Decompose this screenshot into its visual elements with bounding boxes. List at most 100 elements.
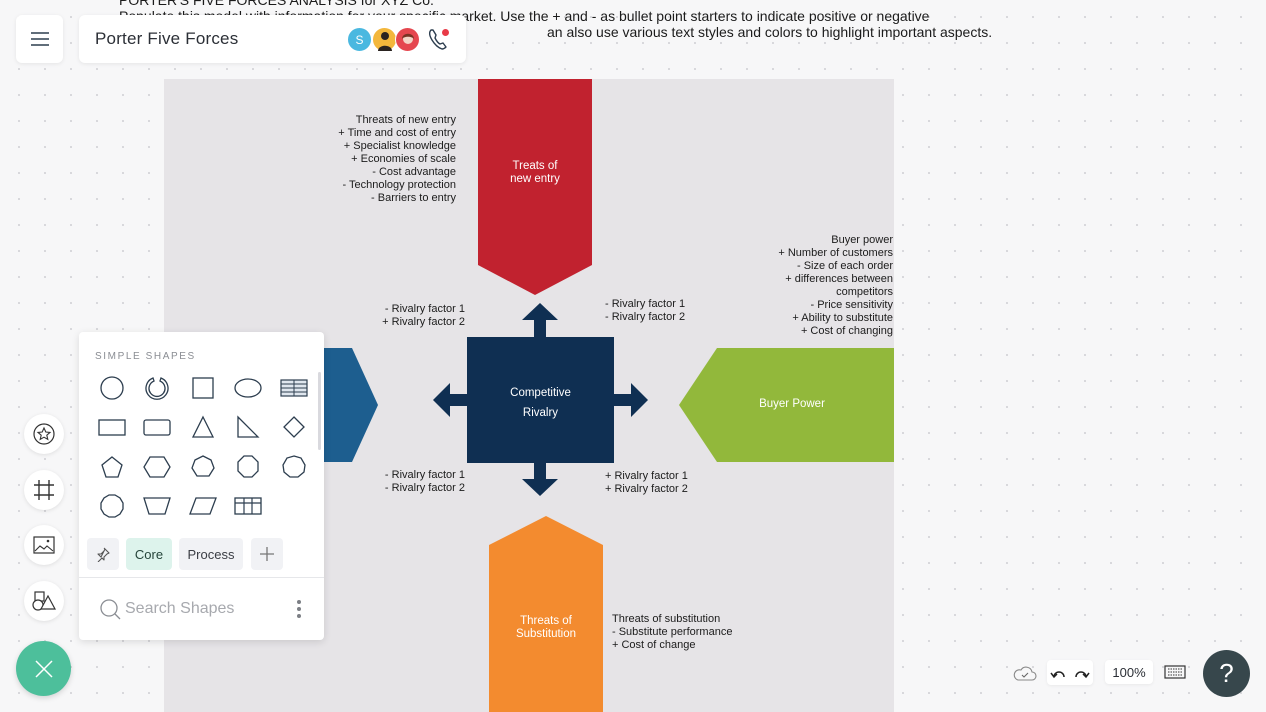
shape-right-triangle[interactable] (226, 408, 272, 448)
undo-redo-group (1047, 660, 1093, 685)
ellipse-shape-icon (234, 378, 262, 398)
note-line: competitors (836, 286, 893, 298)
heptagon-shape-icon (191, 455, 215, 477)
shape-triangle[interactable] (180, 408, 226, 448)
note-line: Buyer power (831, 234, 893, 246)
note-line: + Time and cost of entry (338, 127, 456, 139)
shape-trapezoid[interactable] (135, 487, 181, 527)
diamond-shape-icon (282, 416, 305, 439)
substitution-shape (489, 516, 603, 712)
search-icon (100, 599, 121, 620)
pin-button[interactable] (87, 538, 119, 570)
note-line: - Substitute performance (612, 626, 733, 638)
arrow-left (433, 383, 467, 417)
shapes-grid (89, 368, 314, 526)
shape-arc[interactable] (135, 368, 181, 408)
shape-parallelogram[interactable] (180, 487, 226, 527)
close-icon (34, 659, 53, 678)
redo-icon[interactable] (1072, 666, 1090, 680)
note-line: - Rivalry factor 2 (605, 311, 686, 323)
call-button[interactable] (426, 26, 452, 52)
note-line: + Ability to substitute (792, 312, 893, 324)
avatar-initial: S (355, 32, 364, 47)
undo-icon[interactable] (1050, 666, 1068, 680)
parallelogram-shape-icon (188, 497, 217, 515)
panel-divider (79, 577, 324, 578)
note-line: - Rivalry factor 1 (605, 298, 686, 310)
person-face-icon (401, 33, 414, 44)
shapes-panel-heading: SIMPLE SHAPES (95, 351, 196, 362)
tab-process[interactable]: Process (179, 538, 243, 570)
shapes-panel: SIMPLE SHAPES Core Process (79, 332, 324, 640)
note-line: - Rivalry factor 1 (384, 303, 465, 315)
shape-ellipse[interactable] (226, 368, 272, 408)
zoom-level[interactable]: 100% (1105, 660, 1153, 684)
star-sticker-icon (33, 423, 55, 445)
circle-shape-icon (100, 376, 124, 400)
shape-rounded-rectangle[interactable] (135, 408, 181, 448)
note-line: + Economies of scale (351, 153, 456, 165)
note-line: - Technology protection (342, 179, 456, 191)
note-line: Threats of new entry (355, 114, 456, 126)
shape-pentagon[interactable] (89, 447, 135, 487)
label-line: Substitution (515, 628, 577, 640)
note-line: - Price sensitivity (810, 299, 893, 311)
keyboard-shortcuts-button[interactable] (1164, 664, 1186, 680)
note-line: + Specialist knowledge (343, 140, 456, 152)
substitution-label: Threats of Substitution (489, 615, 603, 641)
sticker-tool-button[interactable] (24, 414, 64, 454)
note-line: - Size of each order (797, 260, 893, 272)
help-button[interactable]: ? (1203, 650, 1250, 697)
arrow-down (522, 463, 558, 496)
shape-rectangle[interactable] (89, 408, 135, 448)
plus-icon (260, 547, 274, 561)
more-options-button[interactable] (296, 600, 302, 618)
close-toolbar-button[interactable] (16, 641, 71, 696)
shape-octagon[interactable] (226, 447, 272, 487)
note-line: - Rivalry factor 2 (384, 482, 465, 494)
shape-decagon[interactable] (89, 487, 135, 527)
shape-grid[interactable] (226, 487, 272, 527)
note-line: Threats of substitution (612, 613, 721, 625)
keyboard-icon (1164, 665, 1186, 679)
note-line: + Cost of changing (800, 325, 893, 337)
avatar-user-3[interactable] (395, 27, 420, 52)
avatar-user-s[interactable]: S (347, 27, 372, 52)
shapes-scrollbar[interactable] (318, 372, 321, 450)
note-line: + differences between (785, 273, 893, 285)
shape-square[interactable] (180, 368, 226, 408)
shape-nonagon[interactable] (271, 447, 317, 487)
menu-button[interactable] (16, 15, 63, 63)
label-line: Competitive (510, 387, 571, 399)
pin-icon (97, 547, 110, 562)
new-entry-label: Treats of new entry (478, 160, 592, 186)
shape-diamond[interactable] (271, 408, 317, 448)
title-bar: Porter Five Forces S (79, 15, 466, 63)
frame-icon (34, 480, 54, 500)
shapes-tool-button[interactable] (24, 581, 64, 621)
right-triangle-shape-icon (237, 415, 260, 438)
new-entry-shape (478, 79, 592, 295)
buyer-label: Buyer Power (759, 398, 825, 410)
nonagon-shape-icon (282, 455, 306, 478)
arrow-right (614, 383, 648, 417)
table-shape-icon (280, 379, 308, 397)
search-shapes-input[interactable] (125, 596, 285, 622)
shape-table[interactable] (271, 368, 317, 408)
arc-shape-icon (145, 376, 169, 400)
person-silhouette-icon (377, 31, 392, 51)
tab-core[interactable]: Core (126, 538, 172, 570)
call-status-dot (442, 29, 449, 36)
shape-circle[interactable] (89, 368, 135, 408)
avatar-user-2[interactable] (372, 27, 397, 52)
shape-hexagon[interactable] (135, 447, 181, 487)
cloud-saved-status[interactable] (1012, 662, 1038, 684)
frame-tool-button[interactable] (24, 470, 64, 510)
note-line: + Rivalry factor 2 (605, 483, 688, 495)
shape-heptagon[interactable] (180, 447, 226, 487)
triangle-shape-icon (191, 415, 214, 438)
rivalry-label: Competitive Rivalry (467, 383, 614, 423)
add-library-button[interactable] (251, 538, 283, 570)
document-title[interactable]: Porter Five Forces (95, 29, 238, 49)
image-tool-button[interactable] (24, 525, 64, 565)
